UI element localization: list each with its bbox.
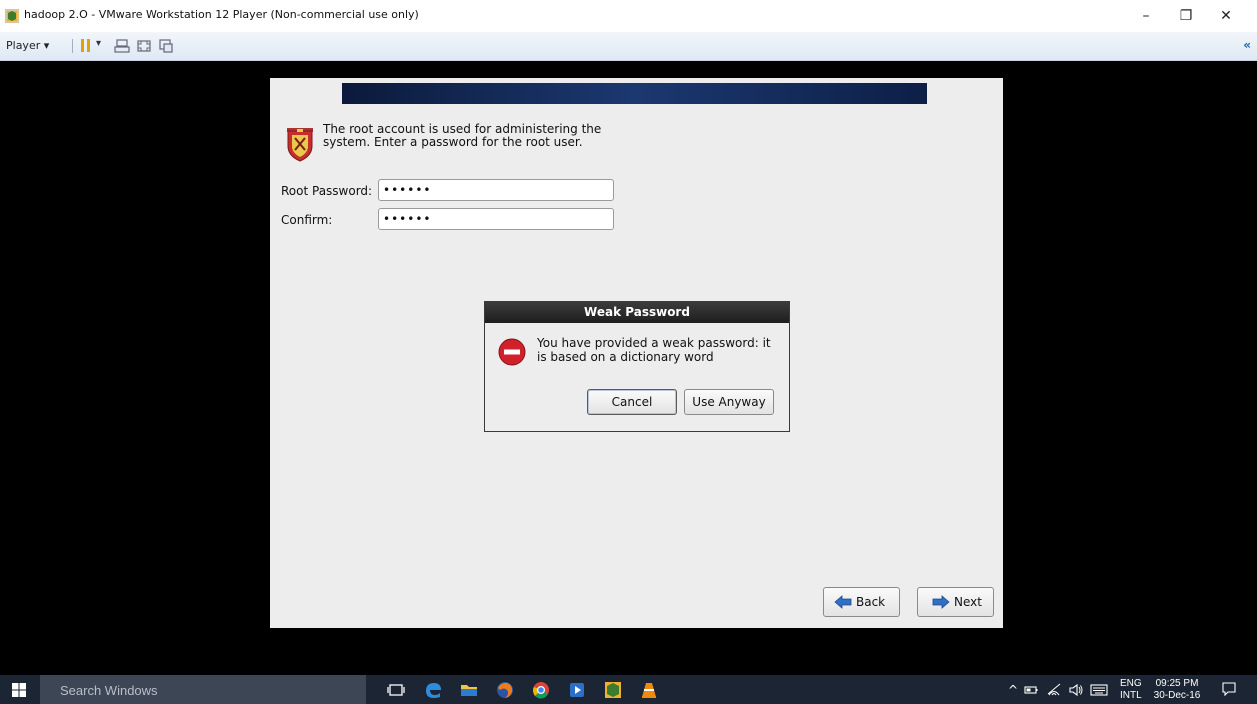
- window-title: hadoop 2.O - VMware Workstation 12 Playe…: [24, 8, 419, 21]
- weak-password-dialog: Weak Password You have provided a weak p…: [484, 301, 790, 432]
- search-placeholder: Search Windows: [60, 683, 158, 698]
- action-center-icon[interactable]: [1222, 682, 1236, 696]
- confirm-label: Confirm:: [281, 213, 333, 227]
- close-button[interactable]: ✕: [1206, 4, 1246, 28]
- input-language-indicator[interactable]: ENG INTL: [1120, 678, 1142, 702]
- edge-icon[interactable]: [423, 680, 443, 700]
- next-label: Next: [954, 595, 982, 609]
- dialog-message: You have provided a weak password: it is…: [537, 336, 771, 364]
- unity-mode-icon[interactable]: [158, 38, 174, 54]
- battery-icon[interactable]: [1024, 683, 1038, 697]
- volume-icon[interactable]: [1068, 682, 1084, 698]
- lang-code: ENG: [1120, 678, 1142, 689]
- wifi-icon[interactable]: [1046, 682, 1062, 698]
- dialog-title: Weak Password: [485, 302, 789, 323]
- root-password-input[interactable]: ••••••: [378, 179, 614, 201]
- lang-layout: INTL: [1120, 690, 1142, 701]
- confirm-password-input[interactable]: ••••••: [378, 208, 614, 230]
- taskbar-clock[interactable]: 09:25 PM 30-Dec-16: [1150, 678, 1204, 702]
- fullscreen-icon[interactable]: [136, 38, 152, 54]
- intro-text: The root account is used for administeri…: [323, 122, 602, 149]
- clock-time: 09:25 PM: [1155, 678, 1199, 689]
- root-shield-icon: [287, 128, 313, 162]
- arrow-left-icon: [834, 595, 852, 609]
- pause-dropdown-icon[interactable]: ▾: [96, 38, 101, 49]
- use-anyway-button[interactable]: Use Anyway: [684, 389, 774, 415]
- firefox-icon[interactable]: [495, 680, 515, 700]
- toolbar-separator: [72, 39, 73, 53]
- keyboard-icon[interactable]: [1090, 682, 1108, 698]
- restore-button[interactable]: ❐: [1166, 4, 1206, 28]
- taskbar-search-box[interactable]: Search Windows: [40, 675, 366, 704]
- vmware-taskbar-icon[interactable]: [603, 680, 623, 700]
- task-view-icon[interactable]: [386, 680, 406, 700]
- chrome-icon[interactable]: [531, 680, 551, 700]
- error-stop-icon: [498, 338, 526, 366]
- window-titlebar: hadoop 2.O - VMware Workstation 12 Playe…: [0, 0, 1257, 32]
- file-explorer-icon[interactable]: [459, 680, 479, 700]
- cancel-button[interactable]: Cancel: [587, 389, 677, 415]
- media-player-icon[interactable]: [567, 680, 587, 700]
- next-button[interactable]: Next: [917, 587, 994, 617]
- player-toolbar: Player ▾ ▾ «: [0, 32, 1257, 61]
- back-button[interactable]: Back: [823, 587, 900, 617]
- clock-date: 30-Dec-16: [1153, 690, 1201, 701]
- windows-taskbar: Search Windows ^ ENG INTL 09:25 PM 30-De…: [0, 675, 1257, 704]
- back-label: Back: [856, 595, 886, 609]
- vlc-icon[interactable]: [639, 680, 659, 700]
- send-ctrl-alt-del-icon[interactable]: [114, 38, 130, 54]
- vmware-app-icon: [5, 9, 19, 23]
- root-password-label: Root Password:: [281, 184, 373, 198]
- player-menu-button[interactable]: Player ▾: [6, 39, 49, 52]
- tray-show-hidden-icon[interactable]: ^: [1008, 683, 1018, 697]
- windows-start-icon[interactable]: [12, 683, 26, 697]
- collapse-toolbar-icon[interactable]: «: [1243, 38, 1251, 52]
- installer-banner: [342, 83, 927, 104]
- pause-icon[interactable]: [81, 39, 91, 52]
- minimize-button[interactable]: –: [1126, 4, 1166, 28]
- arrow-right-icon: [932, 595, 950, 609]
